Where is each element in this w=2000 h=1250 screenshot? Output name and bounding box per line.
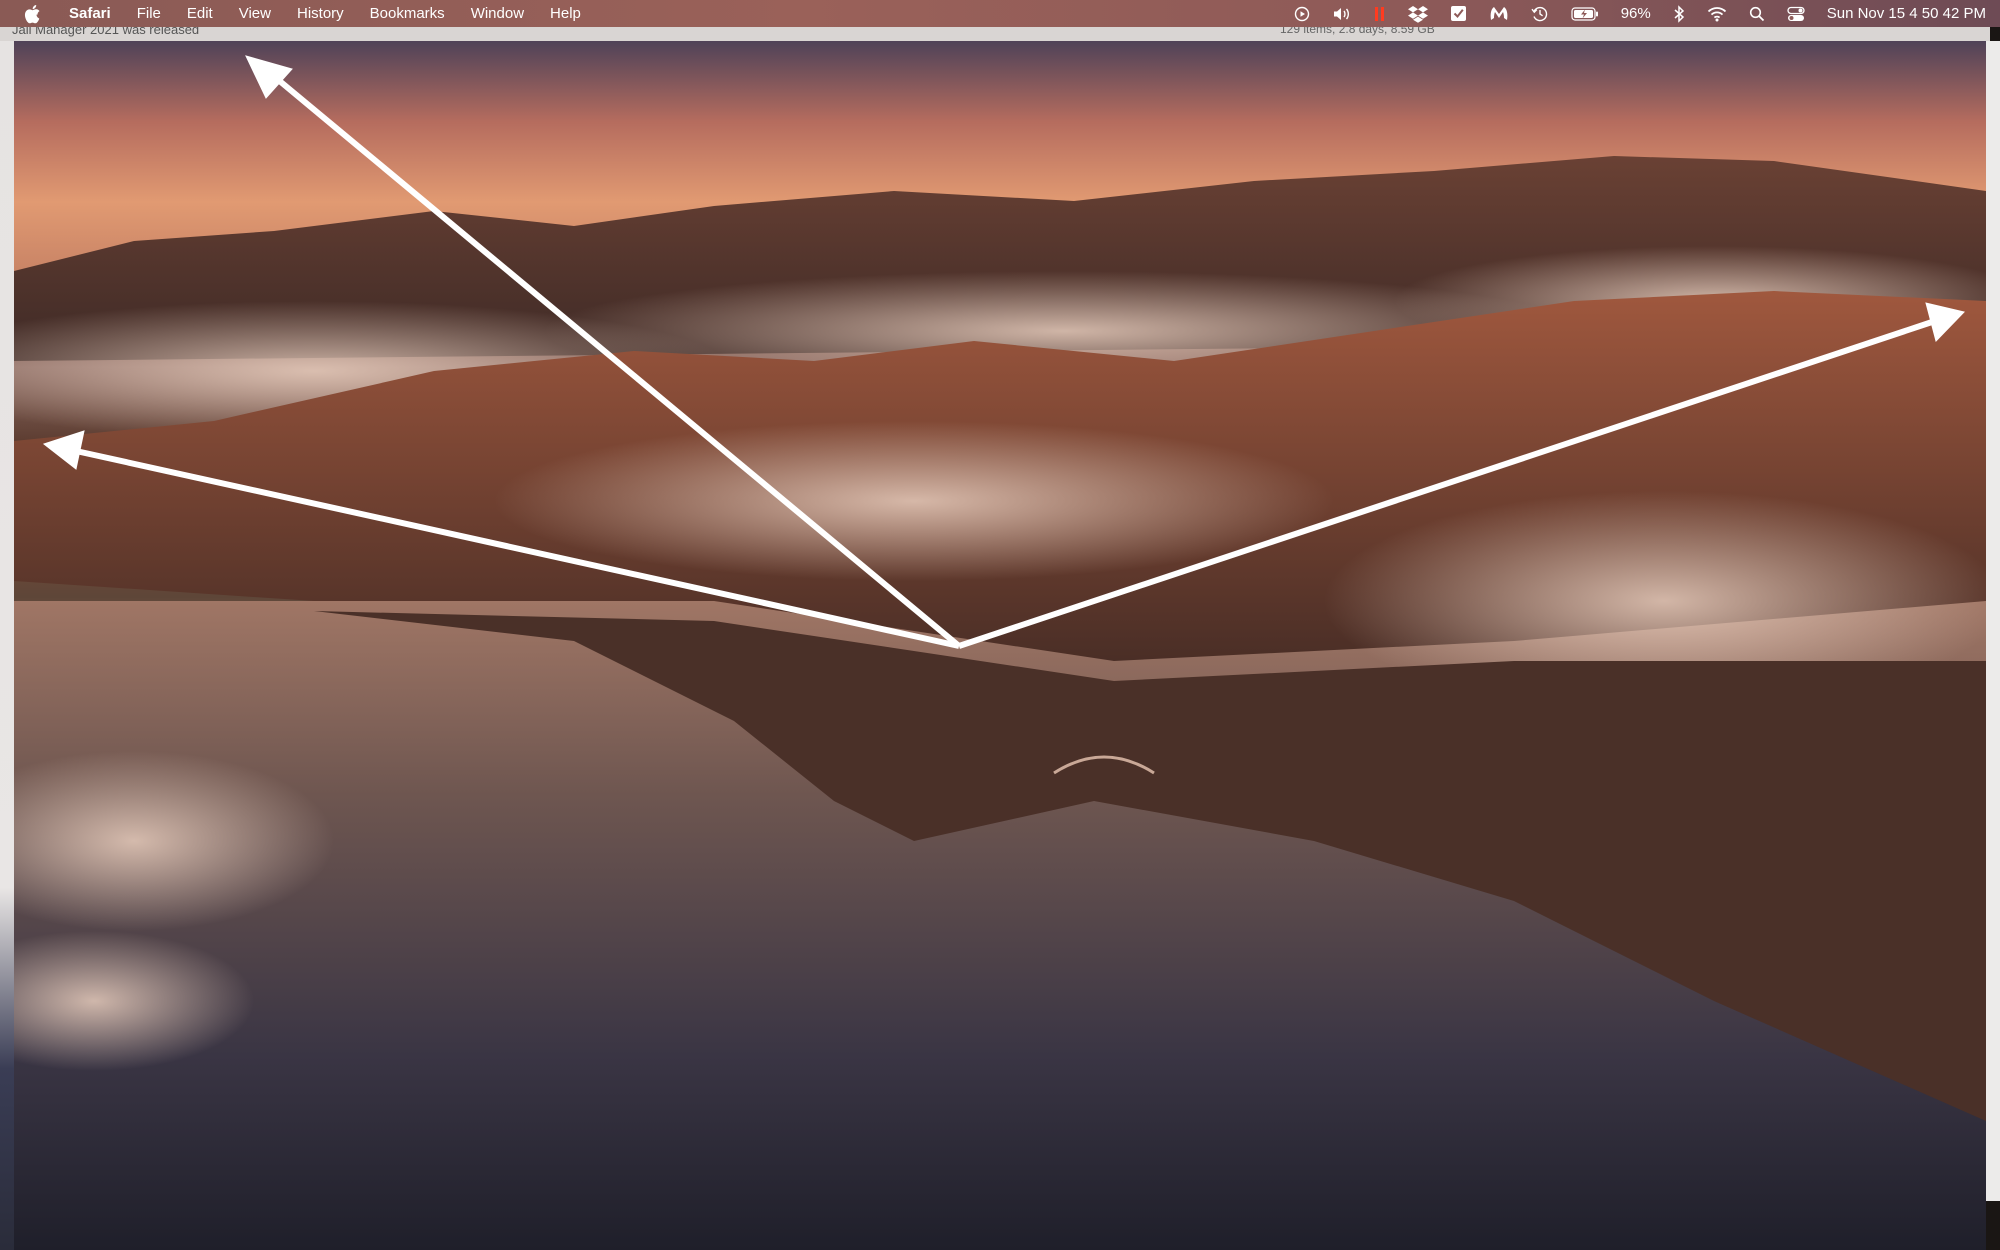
bluetooth-icon[interactable]: [1673, 0, 1685, 27]
menu-window[interactable]: Window: [458, 0, 537, 27]
menu-bookmarks[interactable]: Bookmarks: [357, 0, 458, 27]
background-window-left-edge: [0, 41, 14, 1250]
menubar-clock[interactable]: Sun Nov 15 4 50 42 PM: [1827, 0, 1986, 27]
photo-illustration: [14, 41, 1986, 1250]
volume-icon[interactable]: [1332, 0, 1352, 27]
play-icon[interactable]: [1294, 0, 1310, 27]
control-center-icon[interactable]: [1787, 0, 1805, 27]
background-window-info: 129 items, 2.8 days, 8.59 GB: [1280, 27, 1435, 36]
time-machine-icon[interactable]: [1531, 0, 1549, 27]
background-window-titlebar: Jail Manager 2021 was released 129 items…: [0, 27, 1990, 41]
checklist-icon[interactable]: [1450, 0, 1467, 27]
malwarebytes-icon[interactable]: [1489, 0, 1509, 27]
dropbox-icon[interactable]: [1407, 0, 1428, 27]
menu-help[interactable]: Help: [537, 0, 594, 27]
battery-percent[interactable]: 96%: [1621, 0, 1651, 27]
background-window-right-edge: [1986, 41, 2000, 1201]
menu-bar: Safari File Edit View History Bookmarks …: [0, 0, 2000, 27]
battery-icon[interactable]: [1571, 0, 1599, 27]
menu-app-safari[interactable]: Safari: [56, 0, 124, 27]
menu-file[interactable]: File: [124, 0, 174, 27]
apple-menu-icon[interactable]: [22, 4, 42, 24]
menu-view[interactable]: View: [226, 0, 284, 27]
wifi-icon[interactable]: [1707, 0, 1727, 27]
menu-edit[interactable]: Edit: [174, 0, 226, 27]
spotlight-icon[interactable]: [1749, 0, 1765, 27]
landscape-photo: [14, 41, 1986, 1250]
recording-icon[interactable]: [1374, 0, 1386, 27]
fog: [494, 421, 1334, 581]
menu-history[interactable]: History: [284, 0, 357, 27]
background-window-notice: Jail Manager 2021 was released: [12, 27, 200, 37]
